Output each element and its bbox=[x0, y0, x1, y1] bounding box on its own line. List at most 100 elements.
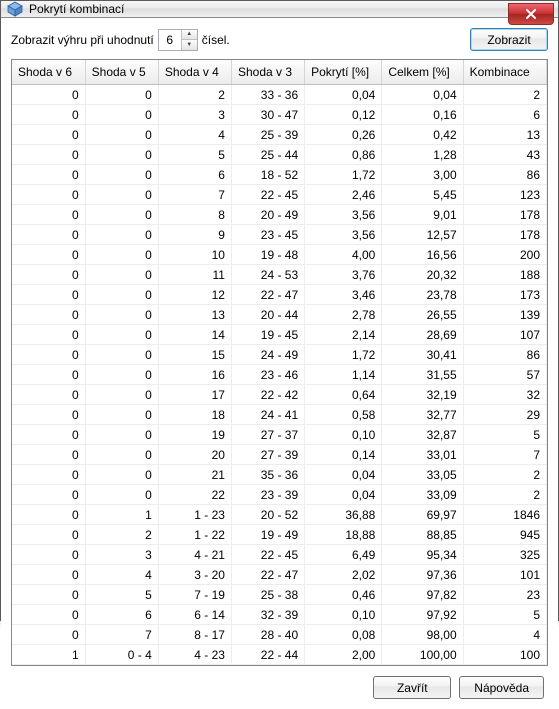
results-table-container[interactable]: Shoda v 6Shoda v 5Shoda v 4Shoda v 3Pokr… bbox=[11, 59, 548, 666]
table-row[interactable]: 00722 - 452,465,45123 bbox=[12, 185, 547, 205]
table-cell: 26,55 bbox=[382, 305, 463, 325]
column-header[interactable]: Pokrytí [%] bbox=[305, 60, 382, 85]
table-row[interactable]: 00525 - 440,861,2843 bbox=[12, 145, 547, 165]
table-row[interactable]: 002223 - 390,0433,092 bbox=[12, 485, 547, 505]
table-row[interactable]: 00923 - 453,5612,57178 bbox=[12, 225, 547, 245]
table-cell: 4 bbox=[158, 125, 231, 145]
table-cell: 2,00 bbox=[305, 645, 382, 665]
table-cell: 0 bbox=[12, 465, 85, 485]
table-cell: 27 - 37 bbox=[231, 425, 304, 445]
show-button[interactable]: Zobrazit bbox=[470, 28, 548, 51]
table-cell: 2 bbox=[463, 485, 546, 505]
titlebar: Pokrytí kombinací bbox=[1, 1, 558, 18]
table-cell: 0 bbox=[12, 145, 85, 165]
table-row[interactable]: 002027 - 390,1433,017 bbox=[12, 445, 547, 465]
table-cell: 30,41 bbox=[382, 345, 463, 365]
table-row[interactable]: 001419 - 452,1428,69107 bbox=[12, 325, 547, 345]
table-row[interactable]: 011 - 2320 - 5236,8869,971846 bbox=[12, 505, 547, 525]
table-cell: 0 bbox=[12, 305, 85, 325]
table-cell: 5 bbox=[85, 585, 158, 605]
column-header[interactable]: Shoda v 4 bbox=[158, 60, 231, 85]
table-row[interactable]: 00820 - 493,569,01178 bbox=[12, 205, 547, 225]
table-cell: 0 bbox=[12, 605, 85, 625]
number-spinner[interactable]: ▲ ▼ bbox=[158, 29, 198, 51]
table-cell: 5 bbox=[158, 145, 231, 165]
table-cell: 0,86 bbox=[305, 145, 382, 165]
table-row[interactable]: 043 - 2022 - 472,0297,36101 bbox=[12, 565, 547, 585]
table-cell: 12 bbox=[158, 285, 231, 305]
table-row[interactable]: 001623 - 461,1431,5557 bbox=[12, 365, 547, 385]
table-row[interactable]: 001320 - 442,7826,55139 bbox=[12, 305, 547, 325]
table-row[interactable]: 00233 - 360,040,042 bbox=[12, 85, 547, 105]
column-header[interactable]: Kombinace bbox=[463, 60, 546, 85]
table-cell: 19 bbox=[158, 425, 231, 445]
table-row[interactable]: 078 - 1728 - 400,0898,004 bbox=[12, 625, 547, 645]
table-row[interactable]: 034 - 2122 - 456,4995,34325 bbox=[12, 545, 547, 565]
table-row[interactable]: 001722 - 420,6432,1932 bbox=[12, 385, 547, 405]
table-row[interactable]: 057 - 1925 - 380,4697,8223 bbox=[12, 585, 547, 605]
help-button[interactable]: Nápověda bbox=[459, 676, 544, 699]
table-cell: 0 bbox=[85, 305, 158, 325]
spinner-up[interactable]: ▲ bbox=[182, 30, 197, 41]
table-cell: 86 bbox=[463, 165, 546, 185]
table-cell: 0 bbox=[85, 385, 158, 405]
table-row[interactable]: 00330 - 470,120,166 bbox=[12, 105, 547, 125]
dialog-footer: Zavřít Nápověda bbox=[11, 666, 548, 701]
spinner-down[interactable]: ▼ bbox=[182, 40, 197, 50]
table-cell: 1,14 bbox=[305, 365, 382, 385]
spinner-input[interactable] bbox=[159, 30, 181, 50]
table-row[interactable]: 10 - 44 - 2322 - 442,00100,00100 bbox=[12, 645, 547, 665]
table-cell: 0,26 bbox=[305, 125, 382, 145]
table-cell: 1846 bbox=[463, 505, 546, 525]
table-row[interactable]: 001222 - 473,4623,78173 bbox=[12, 285, 547, 305]
table-row[interactable]: 00425 - 390,260,4213 bbox=[12, 125, 547, 145]
table-row[interactable]: 001824 - 410,5832,7729 bbox=[12, 405, 547, 425]
table-row[interactable]: 001019 - 484,0016,56200 bbox=[12, 245, 547, 265]
table-cell: 24 - 49 bbox=[231, 345, 304, 365]
table-row[interactable]: 001927 - 370,1032,875 bbox=[12, 425, 547, 445]
table-row[interactable]: 00618 - 521,723,0086 bbox=[12, 165, 547, 185]
table-cell: 0 bbox=[85, 225, 158, 245]
table-cell: 1 bbox=[12, 645, 85, 665]
table-cell: 0 bbox=[85, 165, 158, 185]
table-cell: 0 bbox=[12, 105, 85, 125]
column-header[interactable]: Celkem [%] bbox=[382, 60, 463, 85]
table-cell: 0 bbox=[12, 85, 85, 105]
table-cell: 0 bbox=[12, 265, 85, 285]
table-cell: 0 bbox=[12, 205, 85, 225]
table-cell: 0 bbox=[12, 345, 85, 365]
close-button[interactable] bbox=[508, 3, 554, 25]
table-cell: 2 bbox=[158, 85, 231, 105]
close-dialog-button[interactable]: Zavřít bbox=[373, 676, 451, 699]
table-row[interactable]: 066 - 1432 - 390,1097,925 bbox=[12, 605, 547, 625]
table-row[interactable]: 001124 - 533,7620,32188 bbox=[12, 265, 547, 285]
table-row[interactable]: 002135 - 360,0433,052 bbox=[12, 465, 547, 485]
table-cell: 0 bbox=[12, 425, 85, 445]
table-cell: 6,49 bbox=[305, 545, 382, 565]
table-cell: 23,78 bbox=[382, 285, 463, 305]
table-row[interactable]: 021 - 2219 - 4918,8888,85945 bbox=[12, 525, 547, 545]
table-cell: 22 - 45 bbox=[231, 185, 304, 205]
table-cell: 4 - 21 bbox=[158, 545, 231, 565]
table-cell: 945 bbox=[463, 525, 546, 545]
table-cell: 3,46 bbox=[305, 285, 382, 305]
table-cell: 32,87 bbox=[382, 425, 463, 445]
table-cell: 2,46 bbox=[305, 185, 382, 205]
table-cell: 0 bbox=[12, 185, 85, 205]
table-cell: 6 - 14 bbox=[158, 605, 231, 625]
table-cell: 20 - 52 bbox=[231, 505, 304, 525]
table-row[interactable]: 001524 - 491,7230,4186 bbox=[12, 345, 547, 365]
table-cell: 57 bbox=[463, 365, 546, 385]
table-cell: 0 bbox=[85, 485, 158, 505]
table-cell: 0 bbox=[12, 285, 85, 305]
table-cell: 20 bbox=[158, 445, 231, 465]
table-cell: 100,00 bbox=[382, 645, 463, 665]
column-header[interactable]: Shoda v 6 bbox=[12, 60, 85, 85]
column-header[interactable]: Shoda v 5 bbox=[85, 60, 158, 85]
table-cell: 3,00 bbox=[382, 165, 463, 185]
table-cell: 3,56 bbox=[305, 205, 382, 225]
column-header[interactable]: Shoda v 3 bbox=[231, 60, 304, 85]
table-cell: 0 bbox=[85, 405, 158, 425]
table-cell: 21 bbox=[158, 465, 231, 485]
table-cell: 0,08 bbox=[305, 625, 382, 645]
